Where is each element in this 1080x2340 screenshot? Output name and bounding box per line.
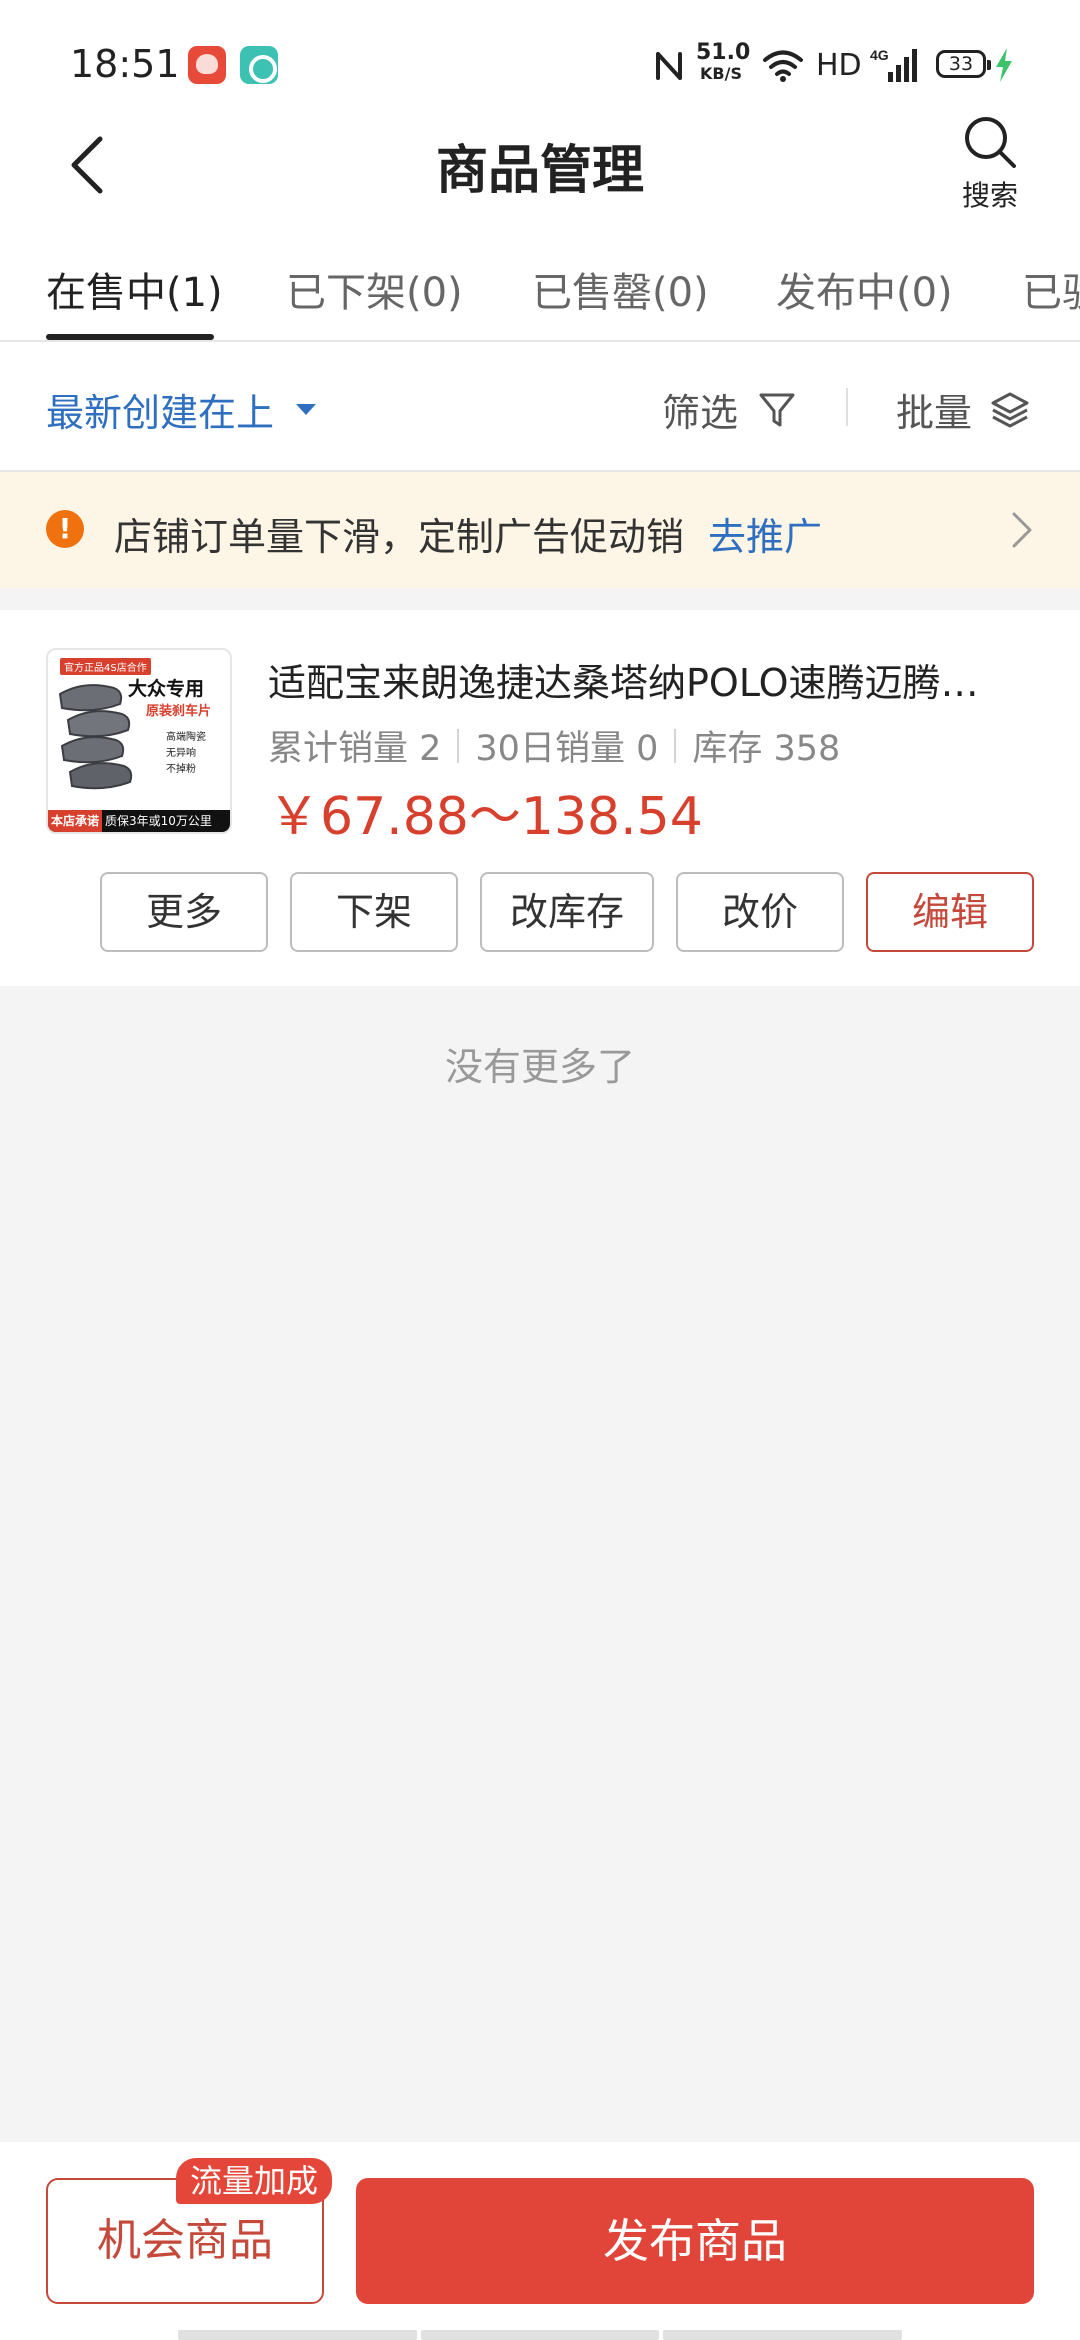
edit-button[interactable]: 编辑 <box>866 872 1034 952</box>
sort-filter-row: 最新创建在上 筛选 批量 <box>0 342 1080 472</box>
title-bar: 商品管理 搜索 <box>0 104 1080 228</box>
batch-button[interactable]: 批量 <box>896 382 1030 437</box>
promo-text: 店铺订单量下滑，定制广告促动销 去推广 <box>114 506 822 561</box>
thumbnail-footer-right: 质保3年或10万公里 <box>105 814 212 828</box>
thumbnail-tag: 官方正品4S店合作 <box>60 658 151 675</box>
product-title[interactable]: 适配宝来朗逸捷达桑塔纳POLO速腾迈腾刹车片 <box>268 652 1010 707</box>
charging-bolt-icon <box>996 48 1012 82</box>
wifi-icon <box>763 50 803 82</box>
status-time: 18:51 <box>70 42 180 86</box>
search-label: 搜索 <box>961 179 1018 212</box>
stock-count: 库存 358 <box>692 729 841 769</box>
product-card: 官方正品4S店合作 大众专用 原装刹车片 高端陶瓷 无异响 不掉粉 本店承诺 质… <box>0 610 1080 986</box>
toolbar-divider <box>846 388 848 426</box>
battery-icon: 33 <box>936 50 991 78</box>
stat-divider <box>674 728 677 763</box>
search-icon <box>965 117 1016 168</box>
caret-down-icon <box>296 404 317 415</box>
product-stats: 累计销量 2 30日销量 0 库存 358 <box>268 720 840 771</box>
nfc-icon <box>656 52 682 80</box>
thumbnail-footer: 本店承诺 质保3年或10万公里 <box>48 810 230 832</box>
search-button[interactable]: 搜索 <box>952 114 1028 224</box>
promo-banner[interactable]: ! 店铺订单量下滑，定制广告促动销 去推广 <box>0 472 1080 588</box>
list-end-text: 没有更多了 <box>444 1045 635 1089</box>
bottom-action-bar: 机会商品 流量加成 发布商品 <box>0 2142 1080 2340</box>
gesture-bar <box>178 2330 903 2340</box>
thumbnail-title: 大众专用 <box>128 678 205 700</box>
product-price: ￥67.88～138.54 <box>268 787 703 847</box>
sales-30-days: 30日销量 0 <box>475 729 659 769</box>
delist-button[interactable]: 下架 <box>290 872 458 952</box>
more-button[interactable]: 更多 <box>100 872 268 952</box>
network-speed: 51.0 KB/S <box>696 40 751 83</box>
tab-active-indicator <box>46 334 214 340</box>
stat-divider <box>457 728 460 763</box>
filter-button[interactable]: 筛选 <box>662 382 796 437</box>
thumbnail-feature: 高端陶瓷 <box>166 732 206 743</box>
tab-on-sale[interactable]: 在售中(1) <box>46 260 223 318</box>
sort-dropdown[interactable]: 最新创建在上 <box>46 382 317 437</box>
tab-rejected[interactable]: 已驳回(0) <box>1022 260 1080 318</box>
total-sales: 累计销量 2 <box>268 729 442 769</box>
status-bar: 18:51 51.0 KB/S HD 4G 33 <box>0 0 1080 104</box>
sort-label: 最新创建在上 <box>46 391 275 435</box>
funnel-icon <box>759 393 795 426</box>
tab-publishing[interactable]: 发布中(0) <box>776 260 953 318</box>
tab-sold-out[interactable]: 已售罄(0) <box>532 260 709 318</box>
hd-label: HD <box>816 48 862 83</box>
edit-price-button[interactable]: 改价 <box>676 872 844 952</box>
thumbnail-feature: 无异响 <box>166 748 196 759</box>
traffic-boost-badge: 流量加成 <box>176 2158 333 2204</box>
signal-icon: 4G <box>870 47 917 82</box>
thumbnail-footer-left: 本店承诺 <box>48 810 103 832</box>
messenger-notification-icon <box>240 46 278 84</box>
product-thumbnail[interactable]: 官方正品4S店合作 大众专用 原装刹车片 高端陶瓷 无异响 不掉粉 本店承诺 质… <box>46 648 232 834</box>
thumbnail-feature: 不掉粉 <box>166 764 196 775</box>
chevron-right-icon <box>1012 512 1032 548</box>
alert-icon: ! <box>46 510 84 548</box>
page-title: 商品管理 <box>435 141 644 201</box>
tab-bar: 在售中(1) 已下架(0) 已售罄(0) 发布中(0) 已驳回(0) <box>0 228 1080 342</box>
promo-message: 店铺订单量下滑，定制广告促动销 <box>114 515 685 559</box>
tab-delisted[interactable]: 已下架(0) <box>286 260 463 318</box>
filter-label: 筛选 <box>662 391 739 435</box>
batch-label: 批量 <box>896 391 973 435</box>
edit-stock-button[interactable]: 改库存 <box>480 872 654 952</box>
promo-link[interactable]: 去推广 <box>708 515 822 559</box>
network-type-label: 4G <box>870 47 889 63</box>
layers-icon <box>991 392 1029 427</box>
publish-product-button[interactable]: 发布商品 <box>356 2178 1034 2304</box>
app-notification-icon <box>188 46 226 84</box>
thumbnail-subtitle: 原装刹车片 <box>146 704 212 719</box>
